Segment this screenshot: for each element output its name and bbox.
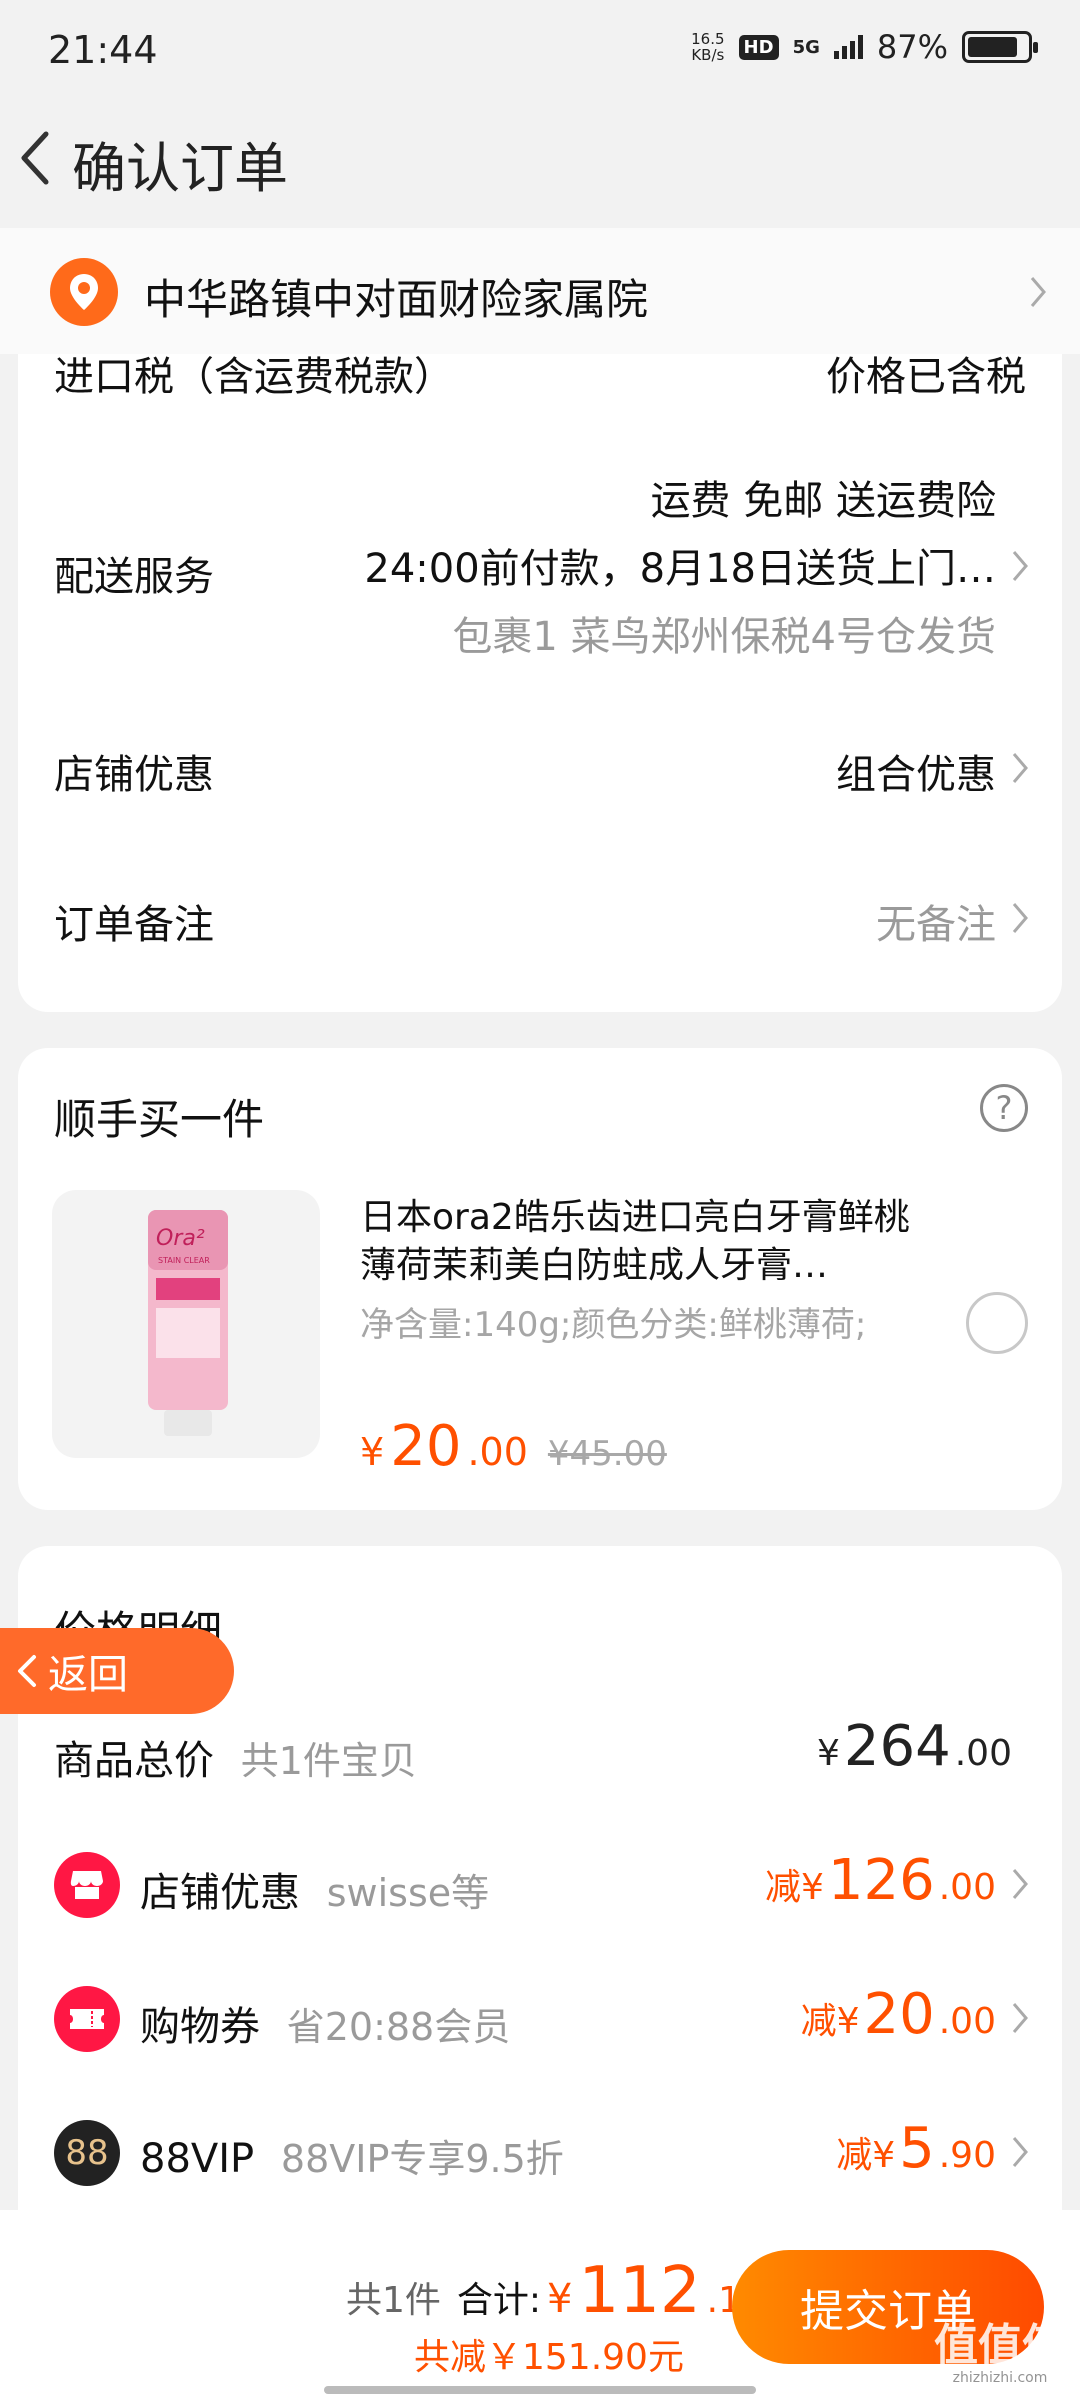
remark-label: 订单备注 <box>54 902 214 948</box>
coupon-amount[interactable]: 减¥ 20.00 <box>801 1982 996 2047</box>
battery-percent: 87% <box>876 28 948 66</box>
delivery-fee-text: 运费 免邮 送运费险 <box>650 478 996 524</box>
delivery-chevron-icon[interactable] <box>1008 548 1032 584</box>
total-amount: 112 <box>578 2254 701 2328</box>
original-price: ¥45.00 <box>547 1434 667 1474</box>
status-icons: 16.5 KB/s HD 5G 87% <box>691 28 1038 66</box>
delivery-time-text[interactable]: 24:00前付款，8月18日送货上门… <box>364 536 996 594</box>
help-icon[interactable]: ? <box>980 1084 1028 1132</box>
shop-discount-row-label: 店铺优惠 swisse等 <box>140 1870 490 1916</box>
page-title: 确认订单 <box>72 137 288 200</box>
product-image[interactable]: Ora² STAIN CLEAR <box>52 1190 320 1458</box>
watermark: 值值值 zhizhizhi.com <box>934 2320 1066 2387</box>
goods-total-label: 商品总价 共1件宝贝 <box>54 1738 417 1784</box>
total-label: 合计: <box>456 2280 542 2321</box>
vip-row-label: 88VIP 88VIP专享9.5折 <box>140 2136 564 2182</box>
coupon-chevron-icon[interactable] <box>1008 2000 1032 2036</box>
delivery-warehouse-text: 包裹1 菜鸟郑州保税4号仓发货 <box>452 614 996 660</box>
vip88-icon: 88 <box>54 2120 120 2186</box>
addon-select-radio[interactable] <box>966 1292 1028 1354</box>
bottom-total: 共1件 合计: ¥ 112 .10 <box>346 2254 764 2328</box>
home-indicator[interactable] <box>324 2386 756 2394</box>
order-details-card: 进口税（含运费税款） 价格已含税 配送服务 运费 免邮 送运费险 24:00前付… <box>18 300 1062 1012</box>
item-count: 共1件 <box>346 2280 441 2321</box>
tube-brand-text: Ora² <box>156 1226 205 1251</box>
return-label: 返回 <box>48 1652 128 1698</box>
addon-title: 顺手买一件 <box>54 1095 265 1144</box>
addon-card: 顺手买一件 ? Ora² STAIN CLEAR 日本ora2皓乐齿进口亮白牙膏… <box>18 1048 1062 1510</box>
product-price: ¥ 20 .00 ¥45.00 <box>360 1414 667 1479</box>
tube-label-text: STAIN CLEAR <box>158 1256 210 1265</box>
coupon-row-label: 购物券 省20:88会员 <box>140 2004 511 2050</box>
product-title[interactable]: 日本ora2皓乐齿进口亮白牙膏鲜桃薄荷茉莉美白防蛀成人牙膏… <box>360 1194 940 1290</box>
back-arrow-icon[interactable] <box>14 128 58 188</box>
shop-discount-chevron-icon[interactable] <box>1008 750 1032 786</box>
bottom-bar: 共1件 合计: ¥ 112 .10 共减￥151.90元 提交订单 值值值 zh… <box>0 2210 1080 2400</box>
shop-icon <box>54 1852 120 1918</box>
address-bar[interactable]: 中华路镇中对面财险家属院 <box>0 228 1080 354</box>
coupon-icon <box>54 1986 120 2052</box>
shop-discount-value[interactable]: 组合优惠 <box>836 742 996 800</box>
network-type: 5G <box>792 36 820 58</box>
vip-chevron-icon[interactable] <box>1008 2134 1032 2170</box>
goods-total-value: ¥ 264 .00 <box>816 1714 1012 1779</box>
remark-chevron-icon[interactable] <box>1008 900 1032 936</box>
shop-discount-label: 店铺优惠 <box>54 752 214 798</box>
network-speed: 16.5 KB/s <box>691 30 725 64</box>
vip-discount-amount[interactable]: 减¥ 5.90 <box>836 2116 996 2181</box>
address-chevron-icon[interactable] <box>1026 274 1050 310</box>
status-time: 21:44 <box>48 28 158 72</box>
return-button[interactable]: 返回 <box>0 1628 234 1714</box>
return-chevron-icon <box>18 1655 36 1687</box>
signal-icon <box>833 35 863 59</box>
shop-discount-amount[interactable]: 减¥ 126.00 <box>765 1848 996 1913</box>
remark-value[interactable]: 无备注 <box>876 892 996 950</box>
location-pin-icon <box>50 258 118 326</box>
shop-discount-row-chevron-icon[interactable] <box>1008 1866 1032 1902</box>
product-spec: 净含量:140g;颜色分类:鲜桃薄荷; <box>360 1305 867 1345</box>
battery-icon <box>962 31 1038 63</box>
saved-amount: 共减￥151.90元 <box>414 2337 684 2378</box>
address-text: 中华路镇中对面财险家属院 <box>144 275 649 324</box>
hd-icon: HD <box>738 34 779 60</box>
delivery-label: 配送服务 <box>54 554 214 600</box>
